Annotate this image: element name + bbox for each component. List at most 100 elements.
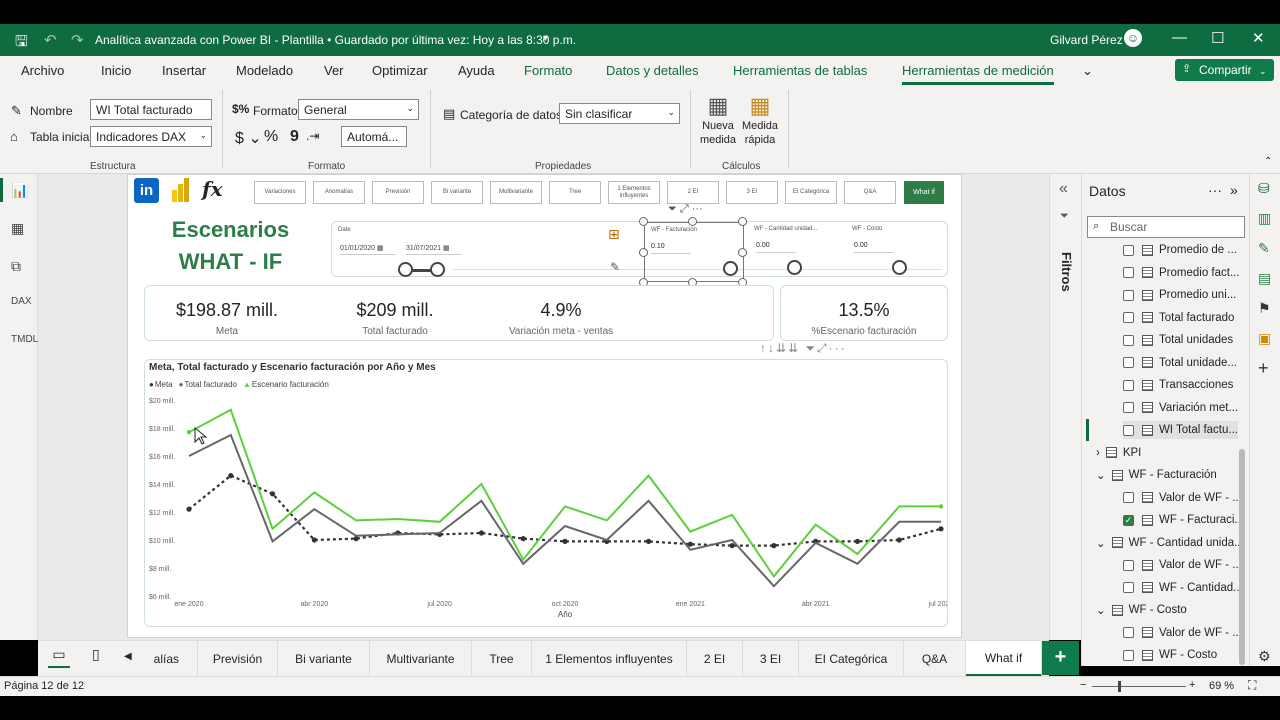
linkedin-icon[interactable]: in	[134, 178, 159, 203]
dax-view-icon[interactable]: DAX	[11, 296, 32, 307]
nav-qa[interactable]: Q&A	[844, 181, 896, 204]
checkbox[interactable]: ✓	[1123, 514, 1134, 526]
tab-bivariante[interactable]: Bi variante	[278, 641, 370, 677]
wf-costo-input[interactable]: 0.00	[854, 239, 894, 253]
currency-icon[interactable]: $ ⌄	[235, 128, 262, 148]
date-from-input[interactable]: 01/01/2020 ▦	[340, 242, 396, 255]
resize-handle[interactable]	[738, 248, 747, 257]
add-pane-icon[interactable]: +	[1258, 358, 1269, 379]
checkbox[interactable]	[1123, 267, 1134, 278]
field-item[interactable]: ✓ WF - Facturaci...	[1123, 511, 1244, 529]
field-item[interactable]: Valor de WF - ...	[1123, 489, 1242, 507]
field-item[interactable]: Transacciones	[1123, 376, 1233, 394]
wf-cantidad-input[interactable]: 0.00	[756, 239, 796, 253]
zoom-in-icon[interactable]: +	[1189, 679, 1195, 691]
checkbox[interactable]	[1123, 289, 1134, 301]
redo-icon[interactable]: ↷	[71, 31, 84, 49]
mobile-layout-icon[interactable]: ▯	[92, 646, 100, 663]
decimal-places-stepper[interactable]: Automá...	[341, 126, 407, 147]
checkbox[interactable]	[1123, 559, 1134, 571]
field-item[interactable]: WF - Costo	[1123, 646, 1217, 664]
resize-handle[interactable]	[738, 217, 747, 226]
fx-icon[interactable]: fx	[202, 177, 223, 201]
checkbox[interactable]	[1123, 424, 1134, 436]
wf-costo-handle[interactable]	[892, 260, 907, 275]
collapse-right-icon[interactable]: »	[1230, 182, 1238, 198]
tab-qa[interactable]: Q&A	[904, 641, 966, 677]
wf-cantidad-handle[interactable]	[787, 260, 802, 275]
resize-handle[interactable]	[639, 217, 648, 226]
field-item[interactable]: Valor de WF - ...	[1123, 624, 1242, 642]
format-icon[interactable]: ✎	[1258, 240, 1270, 257]
tab-2ei[interactable]: 2 EI	[687, 641, 743, 677]
menu-expand-icon[interactable]: ⌄	[1082, 63, 1093, 79]
field-item[interactable]: ⌄ WF - Facturación	[1096, 466, 1217, 484]
checkbox[interactable]	[1123, 582, 1134, 593]
report-view-icon[interactable]: 📊	[11, 182, 28, 199]
field-item[interactable]: Total unidade...	[1123, 354, 1237, 372]
checkbox[interactable]	[1123, 627, 1134, 638]
percent-icon[interactable]: %	[264, 128, 278, 146]
tab-tree[interactable]: Tree	[472, 641, 532, 677]
nav-tree[interactable]: Tree	[549, 181, 601, 204]
menu-ver[interactable]: Ver	[324, 63, 344, 78]
checkbox[interactable]	[1123, 402, 1134, 413]
field-item[interactable]: ⌄ WF - Costo	[1096, 601, 1187, 619]
nav-anomalias[interactable]: Anomalías	[313, 181, 365, 204]
field-item[interactable]: Promedio uni...	[1123, 286, 1236, 304]
nav-prevision[interactable]: Previsión	[372, 181, 424, 204]
field-item[interactable]: Promedio fact...	[1123, 264, 1240, 282]
nav-what-if[interactable]: What if	[904, 181, 944, 204]
checkbox[interactable]	[1123, 312, 1134, 323]
chart-header-icons[interactable]: ↑↓⇊⇊ ⏷⤢···	[760, 341, 847, 356]
data-icon[interactable]: ⛁	[1258, 180, 1270, 197]
wf-facturacion-input[interactable]: 0.10	[651, 240, 691, 254]
nav-elementos-influyentes[interactable]: 1 Elementos influyentes	[608, 181, 660, 204]
undo-icon[interactable]: ↶	[44, 31, 57, 49]
settings-icon[interactable]: ⚙	[1258, 648, 1271, 665]
share-button[interactable]: ⇪ Compartir ⌄	[1175, 59, 1274, 81]
chevron-down-icon[interactable]: ⌄	[1096, 468, 1106, 482]
field-item[interactable]: Total unidades	[1123, 331, 1233, 349]
tmdl-view-icon[interactable]: TMDL	[11, 334, 38, 345]
menu-datos-detalles[interactable]: Datos y detalles	[606, 63, 699, 78]
menu-formato[interactable]: Formato	[524, 63, 572, 78]
nav-3ei[interactable]: 3 EI	[726, 181, 778, 204]
decimal-icon[interactable]: .⇥	[306, 129, 319, 143]
wf-facturacion-handle[interactable]	[723, 261, 738, 276]
table-view-icon[interactable]: ▦	[11, 220, 24, 237]
filters-pane[interactable]: « ⏷ Filtros	[1049, 174, 1081, 640]
selection-icon[interactable]: ▣	[1258, 330, 1271, 347]
format-visual-icon[interactable]: ⊞	[608, 226, 620, 243]
more-options-icon[interactable]: ···	[1208, 182, 1222, 198]
scroll-left-icon[interactable]: ◀	[124, 651, 132, 662]
zoom-out-icon[interactable]: −	[1080, 679, 1086, 691]
menu-herramientas-tablas[interactable]: Herramientas de tablas	[733, 63, 867, 78]
checkbox[interactable]	[1123, 492, 1134, 503]
menu-ayuda[interactable]: Ayuda	[458, 63, 495, 78]
menu-herramientas-medicion[interactable]: Herramientas de medición	[902, 63, 1054, 85]
analytics-icon[interactable]: ▤	[1258, 270, 1271, 287]
analytics-icon[interactable]: ✎	[610, 260, 620, 274]
checkbox[interactable]	[1123, 334, 1134, 346]
field-item[interactable]: › KPI	[1096, 444, 1141, 462]
maximize-icon[interactable]: ☐	[1211, 29, 1224, 47]
tab-3ei[interactable]: 3 EI	[743, 641, 799, 677]
field-item[interactable]: Total facturado	[1123, 309, 1234, 327]
search-input[interactable]: Buscar	[1087, 216, 1245, 238]
field-item[interactable]: WI Total factu...	[1086, 419, 1238, 441]
nombre-input[interactable]: WI Total facturado	[90, 99, 212, 120]
nav-variaciones[interactable]: Variaciones	[254, 181, 306, 204]
model-view-icon[interactable]: ⧉	[11, 258, 21, 275]
date-slider-end-handle[interactable]	[430, 262, 445, 277]
comma-icon[interactable]: 9	[290, 128, 299, 146]
resize-handle[interactable]	[639, 248, 648, 257]
formato-select[interactable]: General ⌄	[298, 99, 419, 120]
menu-archivo[interactable]: Archivo	[21, 63, 64, 78]
medida-rapida-button[interactable]: ▦ Medida rápida	[740, 93, 780, 157]
close-icon[interactable]: ✕	[1252, 29, 1265, 47]
zoom-slider[interactable]	[1092, 686, 1186, 687]
tab-what-if[interactable]: What if	[966, 641, 1042, 677]
menu-inicio[interactable]: Inicio	[101, 63, 131, 78]
chevron-down-icon[interactable]: ⌄	[1096, 536, 1106, 550]
